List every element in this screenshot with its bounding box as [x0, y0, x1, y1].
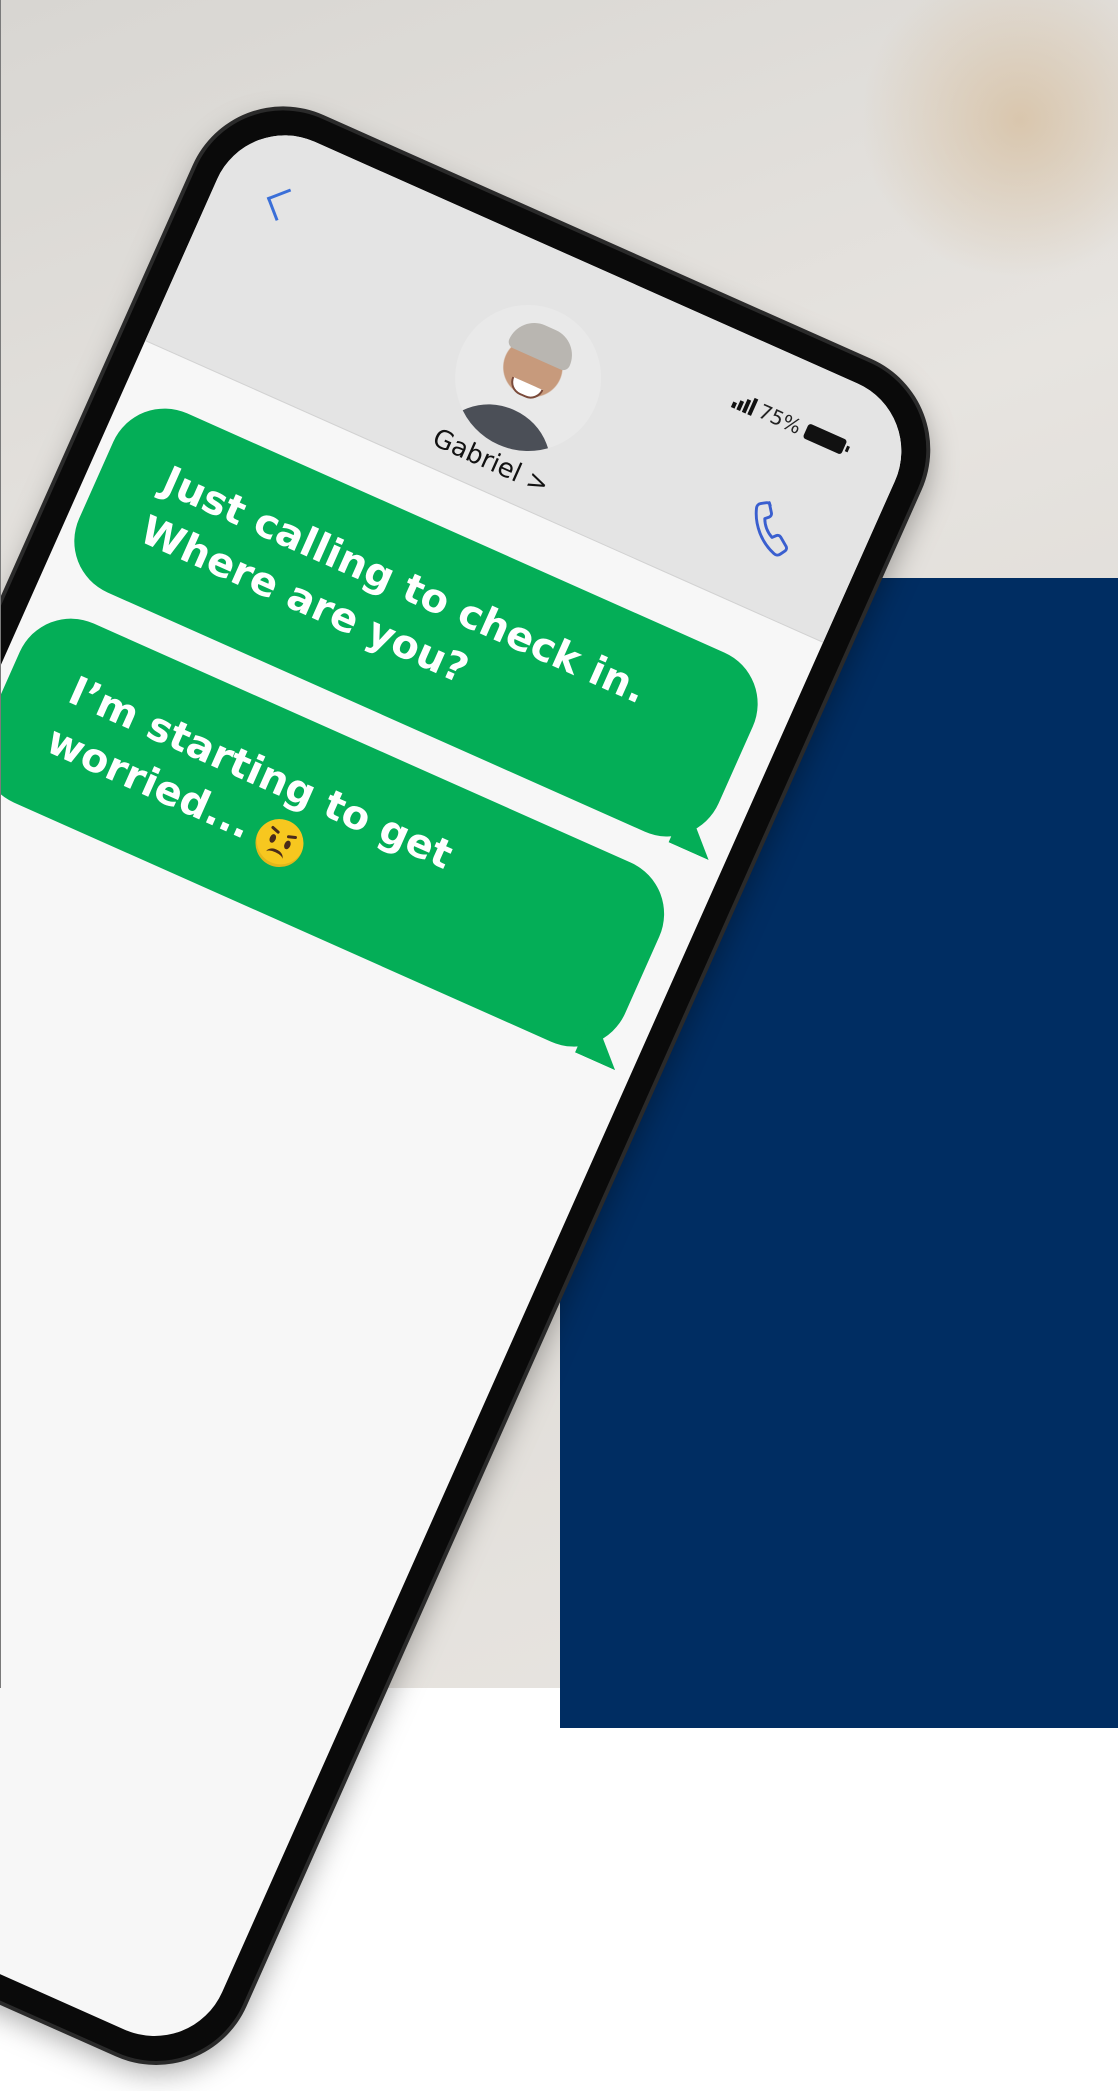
back-chevron-icon[interactable]	[266, 188, 300, 221]
signal-icon	[730, 390, 758, 416]
avatar-smile	[506, 376, 544, 404]
background-blur-hand	[860, 0, 1118, 280]
battery-percent: 75%	[754, 398, 806, 439]
worried-face-emoji	[247, 811, 312, 875]
battery-icon	[802, 423, 848, 455]
status-bar: 75%	[729, 388, 849, 459]
phone-call-icon[interactable]	[734, 490, 811, 567]
left-border	[0, 0, 1, 1688]
avatar-hair	[506, 314, 581, 373]
